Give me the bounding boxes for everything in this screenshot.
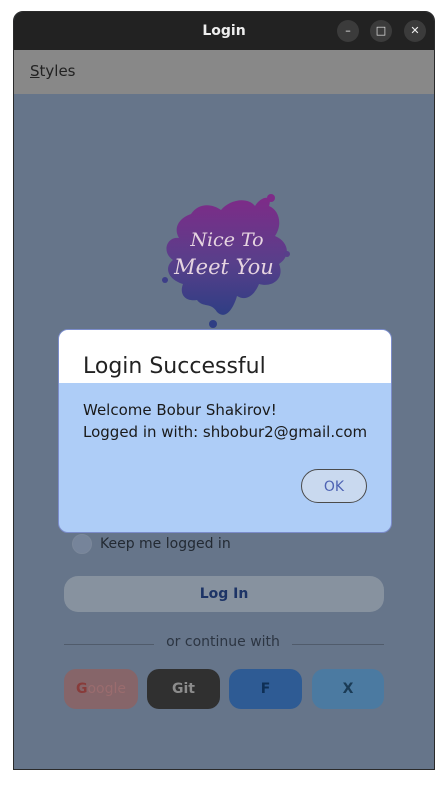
google-button[interactable]: Google (64, 669, 138, 709)
close-icon[interactable]: ✕ (404, 20, 426, 42)
google-rest-label: oogle (87, 681, 127, 697)
login-success-dialog: Login Successful Welcome Bobur Shakirov!… (58, 329, 392, 533)
git-button[interactable]: Git (147, 669, 220, 709)
keep-logged-in-label: Keep me logged in (100, 536, 231, 552)
logo-image: Nice To Meet You (162, 194, 290, 328)
keep-logged-in-checkbox[interactable] (72, 534, 92, 554)
logo-text-line2: Meet You (173, 255, 274, 279)
menu-styles-mnemonic: S (30, 62, 40, 80)
dialog-message-welcome: Welcome Bobur Shakirov! (83, 401, 277, 419)
divider-right (292, 644, 384, 645)
title-bar: Login – □ ✕ (14, 12, 434, 50)
logo-text-line1: Nice To (189, 229, 263, 251)
x-button[interactable]: X (312, 669, 384, 709)
facebook-button[interactable]: F (229, 669, 302, 709)
menu-styles[interactable]: Styles (30, 62, 76, 80)
menu-bar: Styles (14, 50, 434, 94)
minimize-icon[interactable]: – (337, 20, 359, 42)
maximize-icon[interactable]: □ (370, 20, 392, 42)
divider-left (64, 644, 154, 645)
google-g-letter: G (75, 681, 88, 697)
menu-styles-label: tyles (39, 62, 76, 80)
app-window: Login – □ ✕ Styles Nice To Meet You Keep… (13, 11, 435, 770)
login-button[interactable]: Log In (64, 576, 384, 612)
ok-button[interactable]: OK (301, 469, 367, 503)
dialog-title: Login Successful (83, 354, 266, 379)
continue-with-label: or continue with (166, 634, 280, 650)
dialog-message-email: Logged in with: shbobur2@gmail.com (83, 423, 368, 441)
